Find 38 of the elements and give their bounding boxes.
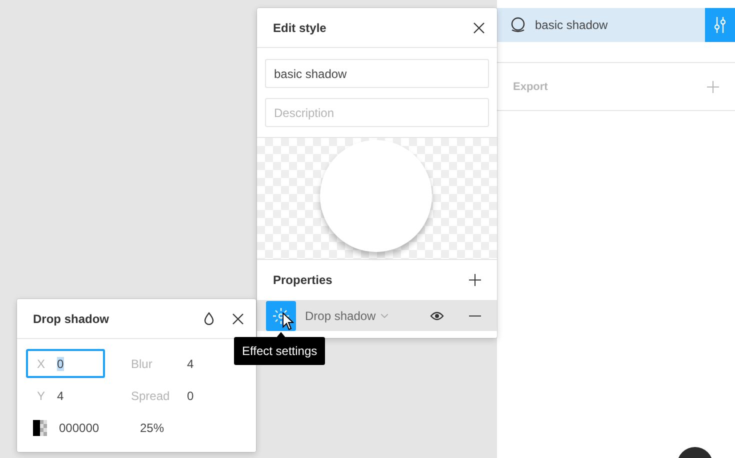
sliders-icon: [713, 17, 727, 33]
eye-icon[interactable]: [430, 310, 444, 320]
opacity-value[interactable]: 25%: [130, 420, 246, 434]
minus-icon[interactable]: [469, 314, 481, 316]
add-button[interactable]: [469, 274, 481, 286]
pointer-cursor-icon: [282, 312, 294, 331]
section-title: Export: [513, 80, 548, 92]
sun-icon: [273, 308, 289, 324]
description-field[interactable]: Description: [265, 98, 489, 127]
field-value: 0: [57, 356, 64, 370]
effect-type-dropdown[interactable]: Drop shadow: [305, 308, 421, 322]
caret-icon: [380, 314, 388, 318]
tooltip: Effect settings: [234, 337, 326, 365]
close-icon[interactable]: [232, 312, 244, 324]
field-label: Blur: [131, 356, 154, 370]
field-label: Spread: [131, 388, 171, 402]
field-value: 0: [187, 388, 194, 402]
field-label: Y: [37, 388, 46, 402]
close-icon[interactable]: [473, 22, 485, 34]
name-field[interactable]: basic shadow: [265, 59, 489, 88]
color-swatch-icon[interactable]: [33, 420, 47, 436]
field-value: 4: [57, 388, 64, 402]
panel-title: Edit style: [273, 20, 326, 34]
panel-title: Drop shadow: [33, 312, 110, 326]
focused-input-field[interactable]: X 0: [26, 349, 105, 378]
color-hex-value[interactable]: 000000: [59, 420, 100, 434]
input-field[interactable]: Y 4: [26, 381, 105, 410]
field-label: X: [37, 356, 46, 370]
adjust-button[interactable]: [705, 8, 735, 42]
effect-row[interactable]: Drop shadow: [257, 300, 497, 331]
drop-icon[interactable]: [204, 312, 214, 325]
circle-shadow-icon: [511, 17, 525, 33]
input-field[interactable]: Blur 4: [130, 349, 230, 378]
input-field[interactable]: Spread 0: [130, 381, 230, 410]
style-name: basic shadow: [535, 18, 609, 32]
field-value: 4: [187, 356, 194, 370]
section-title: Properties: [273, 273, 332, 287]
style-row[interactable]: basic shadow: [497, 8, 735, 42]
